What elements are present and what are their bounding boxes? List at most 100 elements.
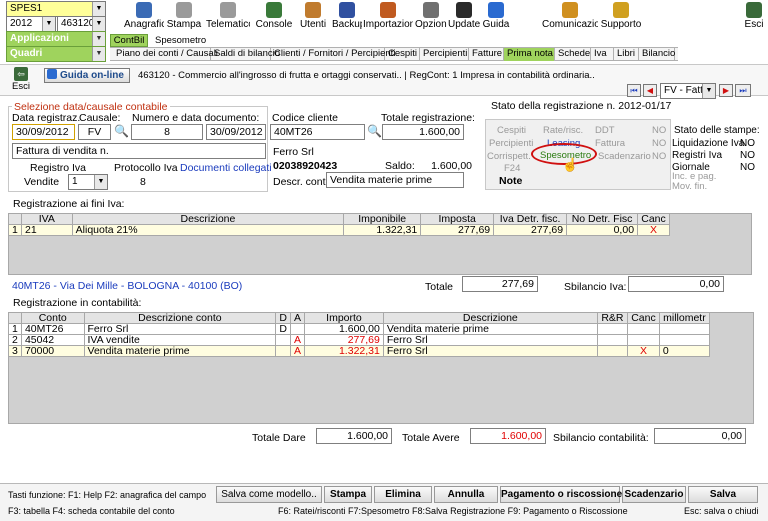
- next-record-icon[interactable]: ▶: [719, 84, 733, 97]
- iva-column-header: Descrizione: [71, 213, 345, 225]
- utenti-button[interactable]: Utenti: [298, 1, 328, 31]
- importazioni-button[interactable]: Importazioni: [363, 1, 413, 31]
- esci-button[interactable]: Esci: [742, 1, 766, 31]
- avere-flag-cell[interactable]: A: [289, 345, 306, 357]
- anagrafica-button[interactable]: Anagrafica: [124, 1, 164, 31]
- code-select[interactable]: 463120 - ▼: [57, 16, 106, 32]
- contab-table-row[interactable]: 2 45042 IVA vendite A 277,69 Ferro Srl: [8, 334, 711, 346]
- rr-cell[interactable]: [596, 334, 629, 346]
- tab-fatture[interactable]: Fatture: [469, 48, 504, 61]
- dare-flag-cell[interactable]: [275, 345, 291, 357]
- search-icon[interactable]: 🔍: [114, 124, 129, 138]
- delete-row-icon[interactable]: X: [637, 224, 670, 236]
- causale-input[interactable]: FV: [78, 124, 111, 140]
- tab-cespiti[interactable]: Cespiti: [385, 48, 420, 61]
- search-icon[interactable]: 🔍: [367, 124, 382, 138]
- registro-iva-select[interactable]: 1 ▼: [68, 174, 108, 190]
- descrizione-cell[interactable]: Vendita materie prime: [382, 323, 598, 335]
- dare-flag-cell[interactable]: [275, 334, 291, 346]
- conto-cell[interactable]: 70000: [20, 345, 85, 357]
- tab-percipienti[interactable]: Percipienti: [420, 48, 469, 61]
- registro-iva-value: 1: [72, 176, 78, 187]
- stampa-label: Stampa: [166, 19, 202, 30]
- company-select[interactable]: SPES1 ▼: [6, 1, 106, 17]
- prev-record-icon[interactable]: ◀: [643, 84, 657, 97]
- data-documento-input[interactable]: 30/09/2012: [206, 124, 266, 140]
- importo-cell[interactable]: 277,69: [304, 334, 384, 346]
- update-button[interactable]: Update: [448, 1, 480, 31]
- tab-iva[interactable]: Iva: [591, 48, 614, 61]
- codice-cliente-input[interactable]: 40MT26: [270, 124, 365, 140]
- importo-cell[interactable]: 1.600,00: [304, 323, 384, 335]
- comunicazioni-button[interactable]: Comunicazioni: [542, 1, 598, 31]
- salva-modello-button[interactable]: Salva come modello..: [216, 486, 322, 503]
- iva-table-row[interactable]: 1 21 Aliquota 21% 1.322,31 277,69 277,69…: [8, 224, 670, 236]
- guida-online-button[interactable]: Guida on-line: [44, 68, 130, 83]
- millometr-cell[interactable]: [658, 334, 711, 346]
- totale-registrazione-input[interactable]: 1.600,00: [382, 124, 464, 140]
- stampa-button[interactable]: Stampa: [166, 1, 202, 31]
- stampa-button[interactable]: Stampa: [324, 486, 372, 503]
- elimina-button[interactable]: Elimina: [374, 486, 432, 503]
- delete-row-icon[interactable]: [627, 334, 660, 346]
- chevron-down-icon: ▼: [92, 32, 105, 46]
- descrizione-input[interactable]: Fattura di vendita n.: [12, 143, 266, 159]
- esci-small-button[interactable]: ⇦ Esci: [10, 67, 32, 92]
- delete-row-icon[interactable]: [627, 323, 660, 335]
- scadenzario-button[interactable]: Scadenzario: [622, 486, 686, 503]
- data-registrazione-input[interactable]: 30/09/2012: [12, 124, 75, 140]
- delete-row-icon[interactable]: X: [627, 345, 660, 357]
- tab-contbil[interactable]: ContBil: [110, 34, 148, 47]
- tab-bilancio[interactable]: Bilancio: [639, 48, 675, 61]
- rr-cell[interactable]: [596, 345, 629, 357]
- descrizione-cell[interactable]: Ferro Srl: [382, 334, 598, 346]
- backup-button[interactable]: Backup: [332, 1, 362, 31]
- nodetr-cell[interactable]: 0,00: [566, 224, 639, 236]
- support-icon: [613, 2, 629, 18]
- status-ddt: DDT: [595, 125, 615, 136]
- documenti-collegati-link[interactable]: Documenti collegati: [180, 162, 272, 174]
- pagamento-riscossione-button[interactable]: Pagamento o riscossione: [500, 486, 622, 503]
- iva-totale-label: Totale: [425, 281, 454, 293]
- opzioni-button[interactable]: Opzioni: [415, 1, 447, 31]
- annulla-button[interactable]: Annulla: [434, 486, 498, 503]
- contab-table-row[interactable]: 3 70000 Vendita materie prime A 1.322,31…: [8, 345, 711, 357]
- applications-select[interactable]: Applicazioni ▼: [6, 31, 106, 47]
- salva-button[interactable]: Salva: [688, 486, 758, 503]
- tab-piano-dei-conti-causali[interactable]: Piano dei conti / Causali: [113, 48, 218, 61]
- iva-code-cell[interactable]: 21: [21, 224, 73, 236]
- millometr-cell[interactable]: [658, 323, 711, 335]
- tab-schede[interactable]: Schede: [555, 48, 591, 61]
- first-record-icon[interactable]: ⏮: [627, 84, 641, 97]
- avere-flag-cell[interactable]: [289, 323, 306, 335]
- tab-prima-nota[interactable]: Prima nota: [504, 48, 555, 61]
- tab-saldi-di-bilancio[interactable]: Saldi di bilancio: [211, 48, 280, 61]
- dare-flag-cell[interactable]: D: [275, 323, 291, 335]
- tab-libri[interactable]: Libri: [614, 48, 639, 61]
- imposta-cell[interactable]: 277,69: [420, 224, 495, 236]
- last-record-icon[interactable]: ⏭: [735, 84, 751, 97]
- tab-clienti-fornitori-percipienti[interactable]: Clienti / Fornitori / Percipienti: [271, 48, 395, 61]
- descrizione-cell[interactable]: Ferro Srl: [382, 345, 598, 357]
- supporto-button[interactable]: Supporto: [600, 1, 642, 31]
- console-button[interactable]: Console T.: [252, 1, 296, 31]
- tab-spesometro[interactable]: Spesometro: [155, 35, 206, 46]
- imponibile-cell[interactable]: 1.322,31: [343, 224, 422, 236]
- rr-cell[interactable]: [596, 323, 629, 335]
- conto-cell[interactable]: 45042: [20, 334, 85, 346]
- detr-cell[interactable]: 277,69: [493, 224, 568, 236]
- descr-conto-input[interactable]: Vendita materie prime: [326, 172, 464, 188]
- doc-type-select[interactable]: FV - Fattu ▼: [660, 83, 716, 99]
- importo-cell[interactable]: 1.322,31: [304, 345, 384, 357]
- telematico-button[interactable]: Telematico: [206, 1, 250, 31]
- conto-cell[interactable]: 40MT26: [20, 323, 85, 335]
- status-note[interactable]: Note: [499, 175, 522, 187]
- quadri-select[interactable]: Quadri ▼: [6, 46, 106, 62]
- contab-table-row[interactable]: 1 40MT26 Ferro Srl D 1.600,00 Vendita ma…: [8, 323, 711, 335]
- year-select[interactable]: 2012 ▼: [6, 16, 56, 32]
- status-cespiti: Cespiti: [497, 125, 527, 136]
- avere-flag-cell[interactable]: A: [289, 334, 306, 346]
- numero-documento-input[interactable]: 8: [131, 124, 203, 140]
- millometr-cell[interactable]: 0: [658, 345, 711, 357]
- guida-button[interactable]: Guida: [482, 1, 510, 31]
